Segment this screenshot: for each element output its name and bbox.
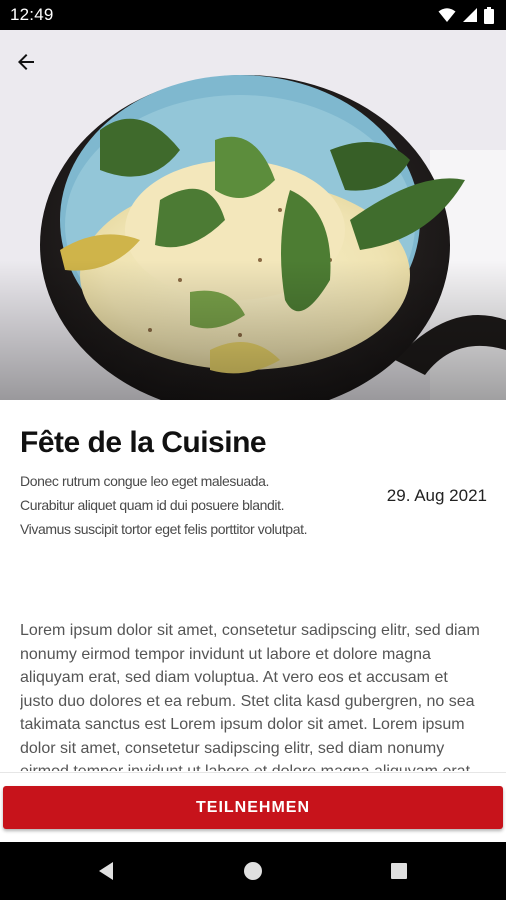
back-button[interactable] xyxy=(14,50,58,94)
status-time: 12:49 xyxy=(10,5,54,24)
event-title: Fête de la Cuisine xyxy=(20,426,267,459)
event-date: 29. Aug 2021 xyxy=(386,486,487,505)
battery-icon xyxy=(484,6,494,24)
divider xyxy=(0,772,506,773)
nav-home-button[interactable] xyxy=(223,842,283,900)
wifi-icon xyxy=(438,8,456,22)
hero-shade xyxy=(0,260,506,400)
nav-home-icon xyxy=(244,862,262,880)
hero-image xyxy=(0,30,506,400)
event-subtitle: Donec rutrum congue leo eget malesuada. … xyxy=(20,473,308,537)
nav-recents-button[interactable] xyxy=(369,842,429,900)
nav-recents-icon xyxy=(391,863,407,879)
signal-icon xyxy=(463,8,477,22)
join-button[interactable]: TEILNEHMEN xyxy=(3,786,503,829)
event-description: Lorem ipsum dolor sit amet, consetetur s… xyxy=(20,622,480,771)
status-bar: 12:49 xyxy=(0,0,506,30)
system-nav-bar xyxy=(0,842,506,900)
arrow-back-icon xyxy=(18,54,34,70)
nav-back-button[interactable] xyxy=(76,842,136,900)
status-icons xyxy=(438,6,494,24)
nav-back-icon xyxy=(99,862,113,880)
